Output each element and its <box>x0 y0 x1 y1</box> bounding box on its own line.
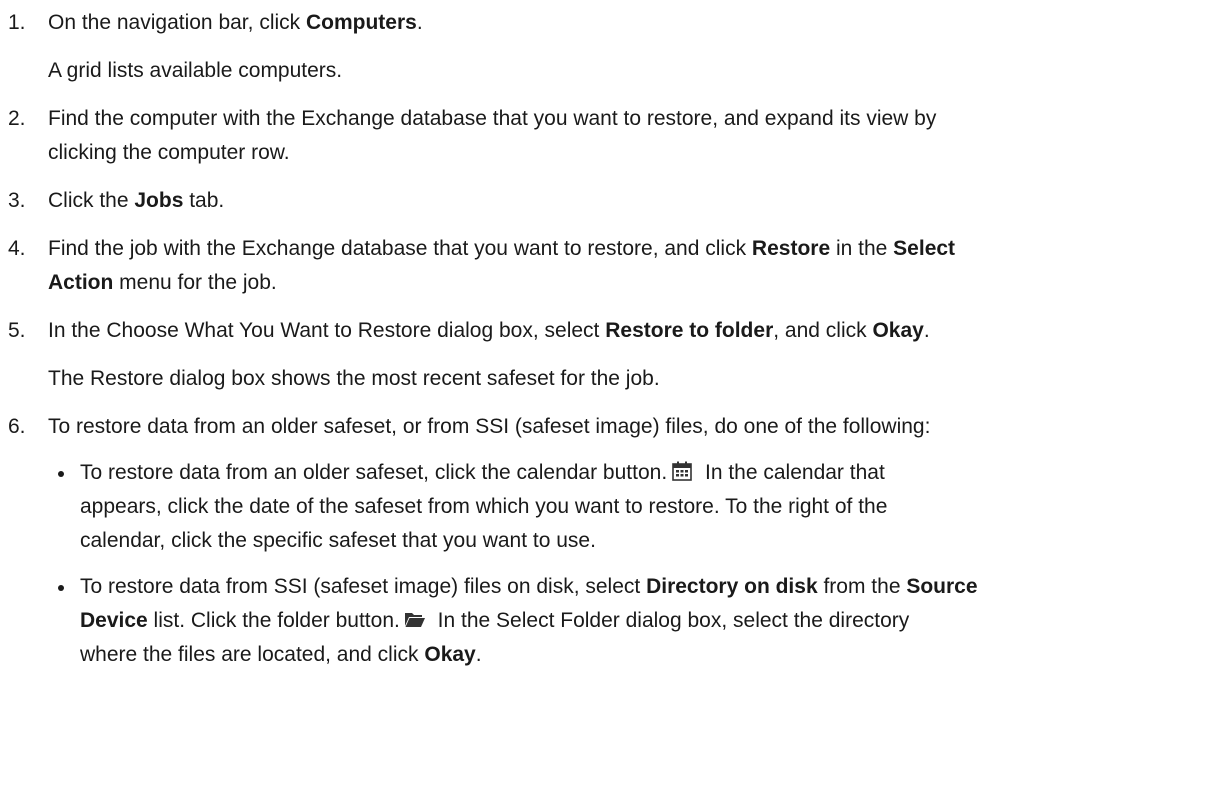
option-text-line-2: Device list. Click the folder button. In… <box>80 609 910 632</box>
step-1: 1. On the navigation bar, click Computer… <box>0 6 1220 88</box>
step-text-line-1: Find the job with the Exchange database … <box>48 237 956 260</box>
ui-term-restore: Restore <box>751 237 831 260</box>
step-text: On the navigation bar, click Computers. <box>48 11 423 34</box>
step-6: 6. To restore data from an older safeset… <box>0 410 1220 672</box>
ui-term-restore-to-folder: Restore to folder <box>605 319 774 342</box>
bullet-dot <box>58 585 64 591</box>
step-3: 3. Click the Jobs tab. <box>0 184 1220 218</box>
step-number: 4. <box>8 237 26 260</box>
step-result-note: The Restore dialog box shows the most re… <box>48 367 660 390</box>
step-number: 6. <box>8 415 26 438</box>
option-text-line-1: To restore data from SSI (safeset image)… <box>80 575 978 598</box>
step-number: 3. <box>8 189 26 212</box>
step-text-line-2: clicking the computer row. <box>48 141 290 164</box>
step-result-note: A grid lists available computers. <box>48 59 343 82</box>
folder-open-icon <box>404 613 425 627</box>
step-text: Click the Jobs tab. <box>48 189 225 212</box>
option-text-line-3: where the files are located, and click O… <box>80 643 482 666</box>
step-text-line-1: Find the computer with the Exchange data… <box>48 107 937 130</box>
step-text: In the Choose What You Want to Restore d… <box>48 319 930 342</box>
bullet-dot <box>58 471 64 477</box>
ui-term-action: Action <box>48 271 114 294</box>
step-5: 5. In the Choose What You Want to Restor… <box>0 314 1220 396</box>
procedure-document: 1. On the navigation bar, click Computer… <box>0 0 1220 672</box>
ui-term-device: Device <box>80 609 148 632</box>
option-text-line-2: appears, click the date of the safeset f… <box>80 495 888 518</box>
ui-term-directory-on-disk: Directory on disk <box>646 575 818 598</box>
calendar-icon <box>672 461 692 481</box>
option-older-safeset: To restore data from an older safeset, c… <box>48 456 1220 558</box>
step-number: 2. <box>8 107 26 130</box>
option-list: To restore data from an older safeset, c… <box>48 456 1220 672</box>
step-number: 5. <box>8 319 26 342</box>
ui-term-select: Select <box>893 237 956 260</box>
step-number: 1. <box>8 11 26 34</box>
option-ssi-files: To restore data from SSI (safeset image)… <box>48 570 1220 672</box>
option-text-line-3: calendar, click the specific safeset tha… <box>80 529 596 552</box>
ui-term-okay: Okay <box>424 643 476 666</box>
ui-term-computers: Computers <box>305 11 417 34</box>
step-2: 2. Find the computer with the Exchange d… <box>0 102 1220 170</box>
option-text-line-1: To restore data from an older safeset, c… <box>80 461 885 484</box>
step-text-line-2: Action menu for the job. <box>48 271 277 294</box>
ui-term-source: Source <box>906 575 978 598</box>
step-text: To restore data from an older safeset, o… <box>48 415 931 438</box>
ui-term-okay: Okay <box>872 319 924 342</box>
step-4: 4. Find the job with the Exchange databa… <box>0 232 1220 300</box>
ui-term-jobs: Jobs <box>134 189 184 212</box>
